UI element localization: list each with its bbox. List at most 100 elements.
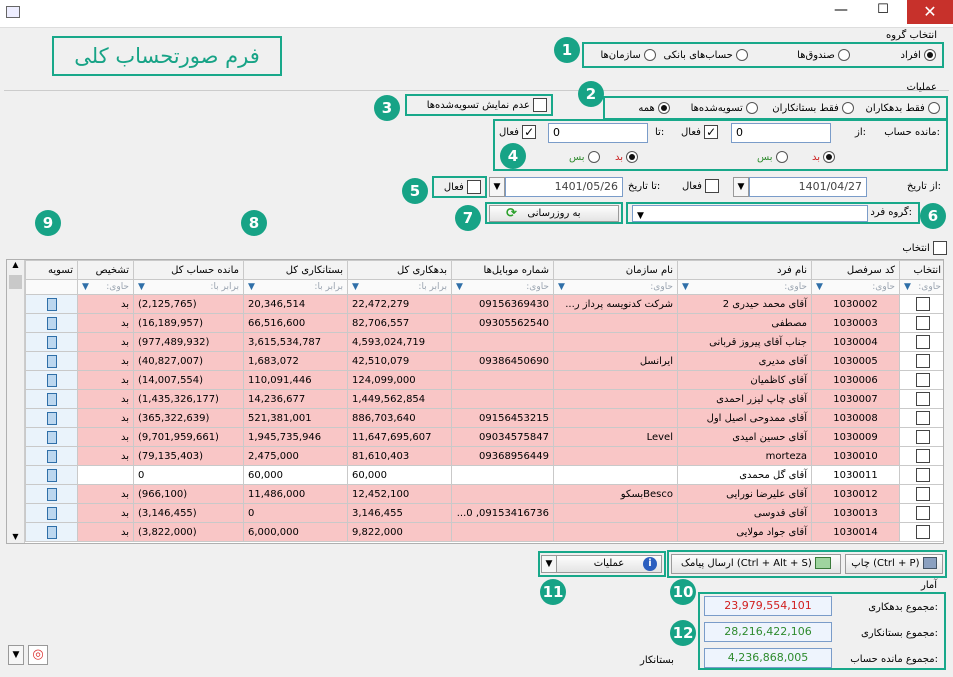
scroll-up-icon[interactable]: ▲ [7,260,24,269]
settle-cell[interactable] [25,465,78,485]
table-row[interactable]: 1030014 آقای جواد مولایی 9,822,000 6,000,00… [25,522,943,542]
radio-icon[interactable] [775,151,788,163]
radio-icon[interactable] [842,102,854,114]
filter-icon[interactable]: ▼ [816,282,823,292]
checkbox-icon[interactable] [915,468,930,482]
row-select-cell[interactable] [899,484,943,504]
filter-icon[interactable]: ▼ [352,282,359,292]
table-row[interactable]: 1030003 مصطفی 09305562540 82,706,557 66,516,… [25,313,943,333]
group-option-bank-accounts[interactable]: حساب‌های بانکی [663,49,748,61]
radio-icon[interactable] [823,151,836,163]
settle-cell[interactable] [25,351,78,371]
checkbox-icon[interactable] [915,373,930,387]
checkbox-icon[interactable] [915,297,930,311]
settle-cell[interactable] [25,332,78,352]
table-row[interactable]: 1030009 آقای حسین امیدی Level 09034575847 11… [25,427,943,447]
refresh-button[interactable]: ⟳ به روزرسانی [489,205,619,222]
calculator-icon[interactable] [46,449,57,463]
balance-to-active-checkbox[interactable]: ✓ فعال [499,125,537,139]
column-header[interactable]: بستانکاری کل [243,260,348,280]
checkbox-icon[interactable] [467,180,481,194]
to-debit-radio[interactable]: بد [615,151,639,163]
filter-icon[interactable]: ▼ [682,282,689,292]
operations-button[interactable]: i عملیات [556,555,662,573]
date-to-active-checkbox[interactable]: فعال [444,180,481,194]
scroll-down-icon[interactable]: ▼ [7,532,24,541]
row-select-cell[interactable] [899,427,943,447]
checkbox-icon[interactable] [915,449,930,463]
radio-icon[interactable] [626,151,639,163]
checkbox-icon[interactable] [915,316,930,330]
settle-cell[interactable] [25,370,78,390]
radio-icon[interactable] [658,102,670,114]
row-select-cell[interactable] [899,332,943,352]
close-button[interactable]: ✕ [907,0,953,24]
maximize-button[interactable]: ☐ [863,2,903,22]
check-icon[interactable]: ✓ [704,125,719,139]
row-select-cell[interactable] [899,351,943,371]
column-header[interactable]: تشخیص [77,260,134,280]
from-debit-radio[interactable]: بد [812,151,836,163]
calculator-icon[interactable] [46,430,57,444]
row-select-cell[interactable] [899,408,943,428]
radio-icon[interactable] [928,102,940,114]
table-row[interactable]: 1030006 آقای کاظمیان 124,099,000 110,091,44… [25,370,943,390]
checkbox-icon[interactable] [933,241,947,255]
column-filter[interactable]: ▼ برابر با: [347,279,452,295]
filter-option-all[interactable]: همه [638,102,670,114]
checkbox-icon[interactable] [533,98,547,112]
select-all-checkbox[interactable]: انتخاب [902,241,947,255]
date-to-dropdown-icon[interactable]: ▼ [489,177,505,197]
filter-option-creditors[interactable]: فقط بستانکاران [772,102,854,114]
calculator-icon[interactable] [46,354,57,368]
person-group-select[interactable]: ▼ [632,205,868,222]
settle-cell[interactable] [25,484,78,504]
hide-settled-checkbox[interactable]: عدم نمایش تسویه‌شده‌ها [427,98,547,112]
check-icon[interactable]: ✓ [522,125,537,139]
column-filter[interactable]: ▼ حاوی: [811,279,900,295]
column-filter[interactable]: ▼ حاوی: [451,279,554,295]
send-sms-button[interactable]: (Ctrl + Alt + S) ارسال پیامک [671,554,841,574]
scroll-thumb[interactable] [9,275,22,289]
bottom-chevron-down-icon[interactable]: ▼ [8,645,24,665]
from-credit-radio[interactable]: بس [757,151,788,163]
radio-icon[interactable] [924,49,936,61]
checkbox-icon[interactable] [915,430,930,444]
radio-icon[interactable] [838,49,850,61]
column-header[interactable]: نام فرد [677,260,812,280]
balance-from-input[interactable]: 0 [731,123,831,143]
row-select-cell[interactable] [899,446,943,466]
column-header[interactable]: کد سرفصل [811,260,900,280]
row-select-cell[interactable] [899,503,943,523]
table-row[interactable]: 1030005 آقای مدیری ایرانسل 09386450690 42,51… [25,351,943,371]
row-select-cell[interactable] [899,522,943,542]
column-filter[interactable]: ▼ حاوی: [677,279,812,295]
column-filter[interactable] [25,279,78,295]
settle-cell[interactable] [25,446,78,466]
calculator-icon[interactable] [46,316,57,330]
column-filter[interactable]: ▼ برابر با: [133,279,244,295]
column-filter[interactable]: ▼ حاوی: [553,279,678,295]
calculator-icon[interactable] [46,411,57,425]
group-option-organizations[interactable]: سازمان‌ها [600,49,656,61]
calculator-icon[interactable] [46,506,57,520]
filter-icon[interactable]: ▼ [558,282,565,292]
balance-from-active-checkbox[interactable]: ✓ فعال [681,125,719,139]
checkbox-icon[interactable] [915,487,930,501]
to-credit-radio[interactable]: بس [569,151,600,163]
date-from-input[interactable]: 1401/04/27 [749,177,867,197]
operations-chevron-down-icon[interactable]: ▼ [541,555,557,573]
column-header[interactable]: بدهکاری کل [347,260,452,280]
group-option-funds[interactable]: صندوق‌ها [797,49,850,61]
filter-icon[interactable]: ▼ [248,282,255,292]
calculator-icon[interactable] [46,392,57,406]
column-filter[interactable]: ▼ حاوی: [77,279,134,295]
radio-icon[interactable] [736,49,748,61]
minimize-button[interactable]: — [821,2,861,22]
checkbox-icon[interactable] [915,506,930,520]
checkbox-icon[interactable] [915,525,930,539]
calculator-icon[interactable] [46,297,57,311]
table-row[interactable]: 1030002 آقای محمد حیدری 2 شرکت کدنویسه پرد… [25,294,943,314]
calculator-icon[interactable] [46,468,57,482]
column-header[interactable]: مانده حساب کل [133,260,244,280]
